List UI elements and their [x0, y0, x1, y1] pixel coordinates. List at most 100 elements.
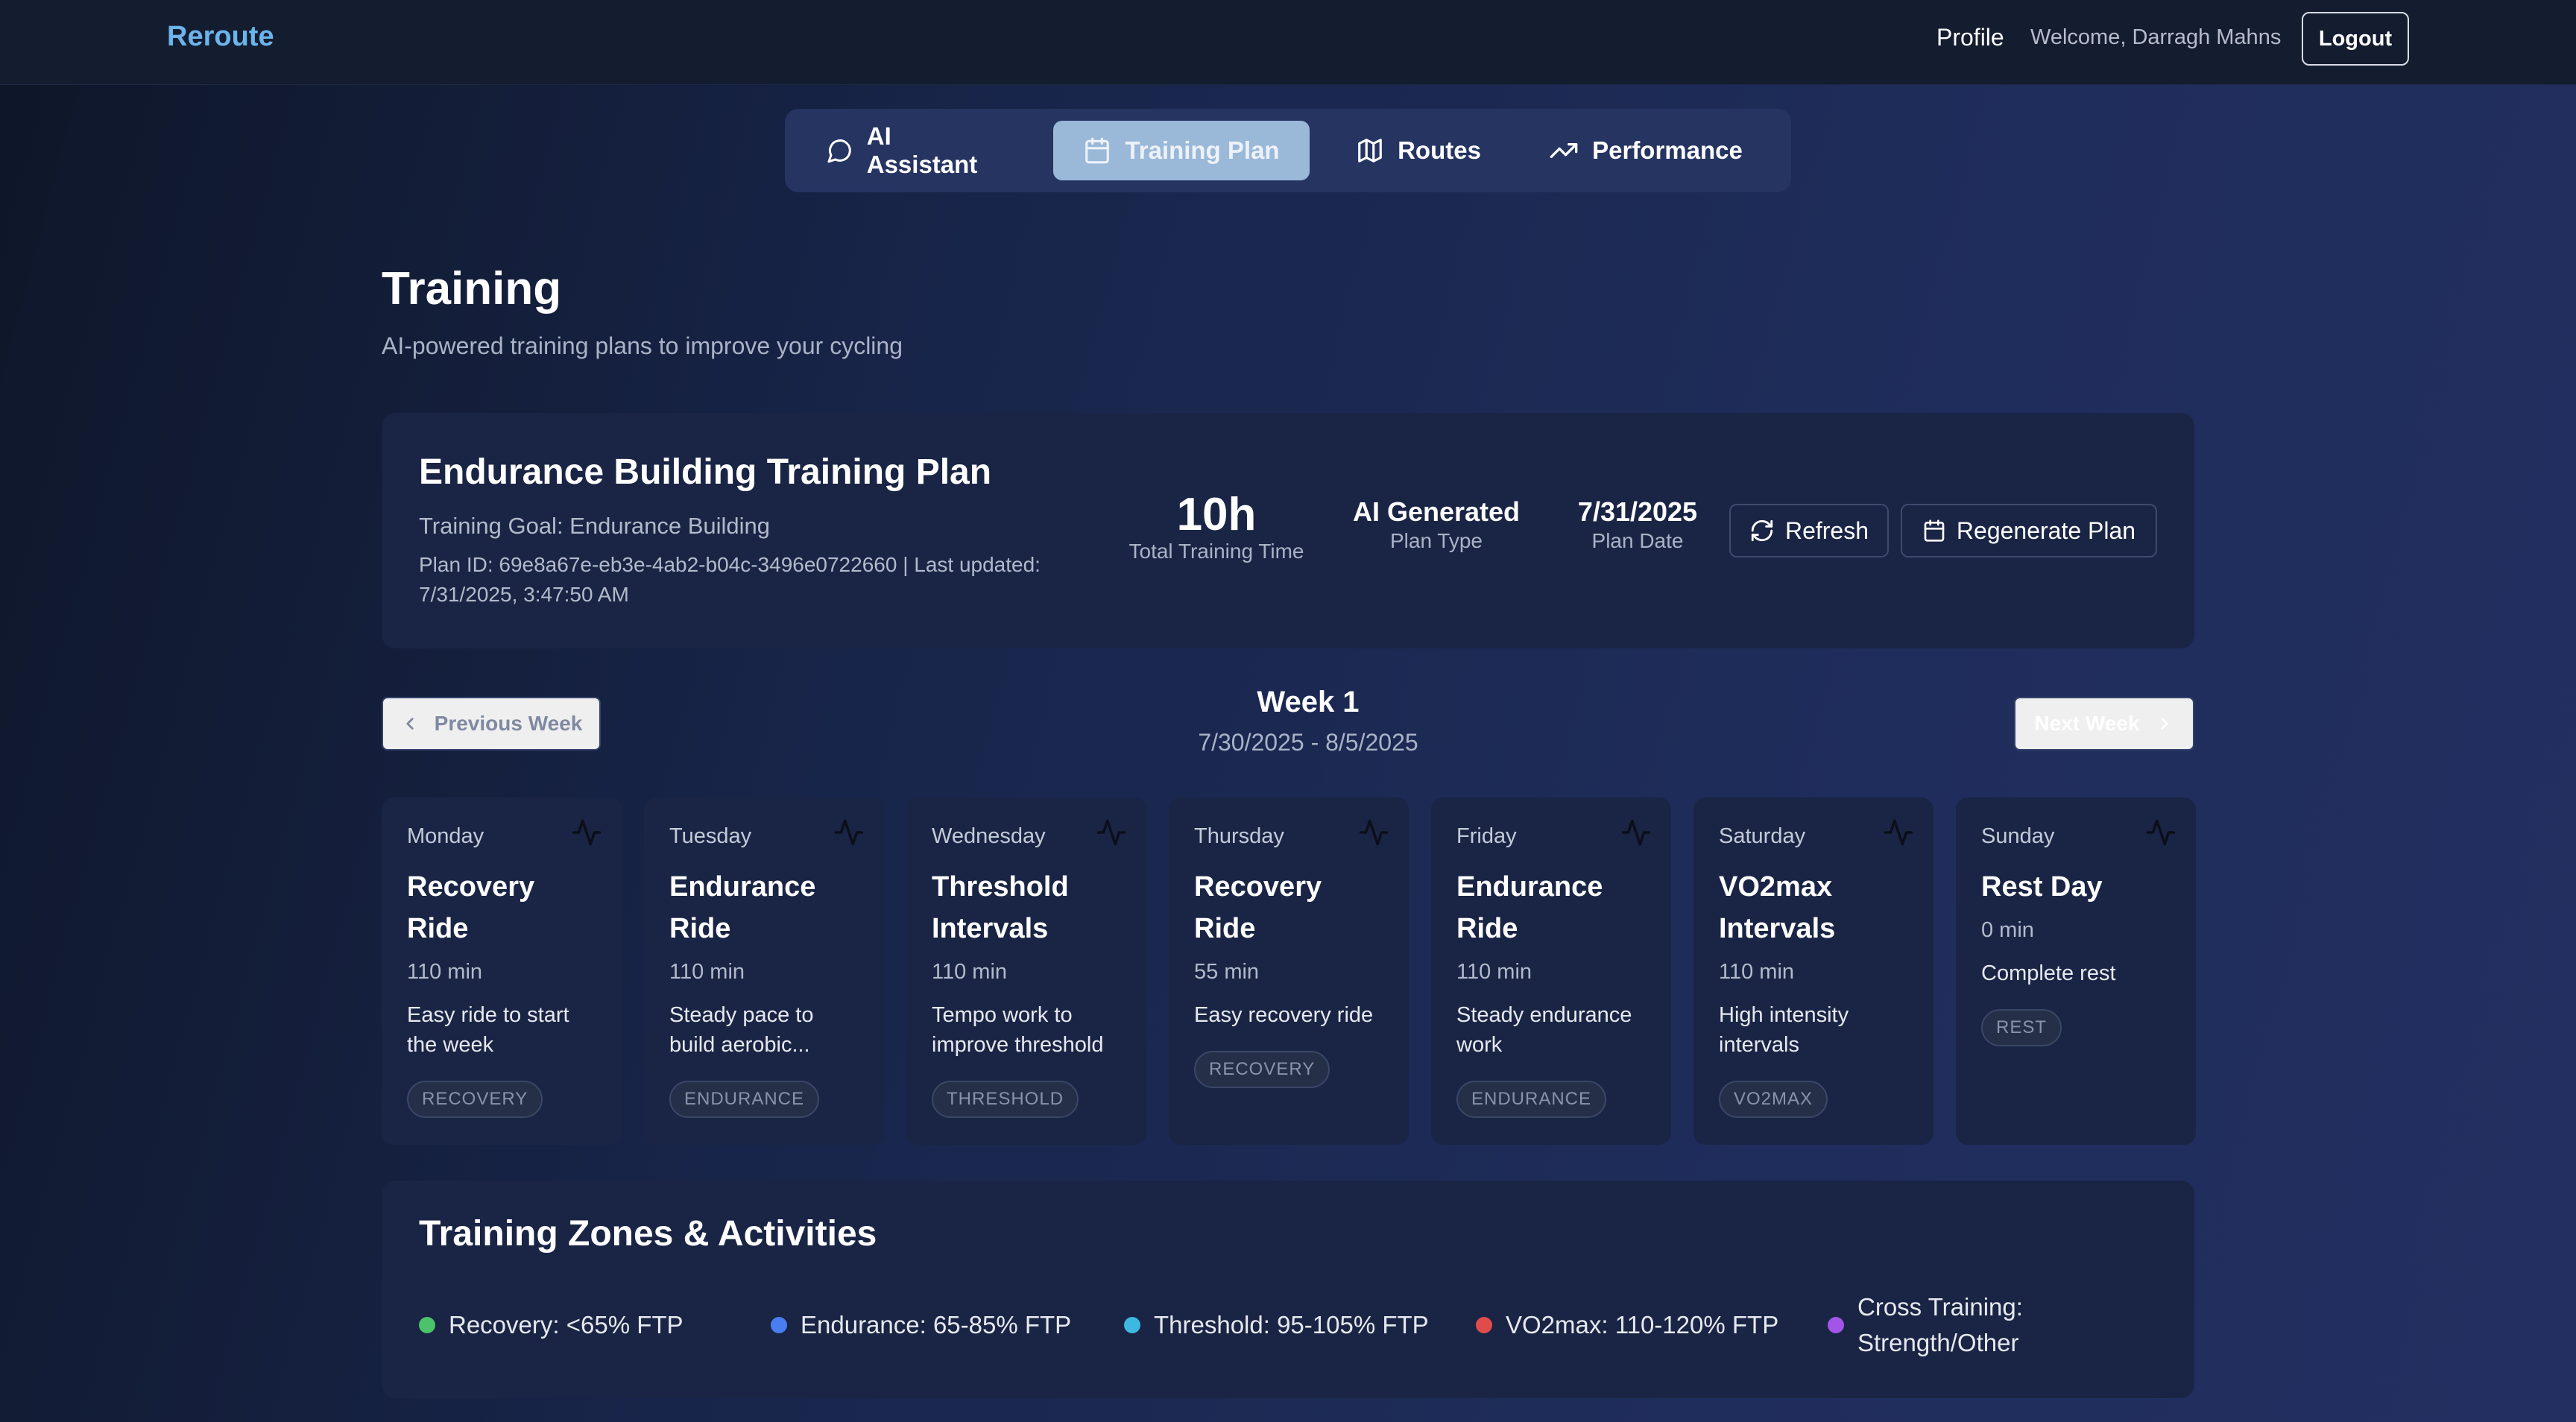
tab-label: Performance [1592, 136, 1743, 164]
workout-description: Easy ride to start the week [407, 1003, 569, 1057]
workout-title: Threshold Intervals [932, 871, 1069, 944]
brand-logo[interactable]: Reroute [167, 21, 274, 53]
tab-label: Training Plan [1125, 136, 1280, 164]
zones-title: Training Zones & Activities [419, 1214, 877, 1254]
day-card-wednesday[interactable]: Wednesday Threshold Intervals 110 min Te… [906, 797, 1146, 1145]
zone-cross-training: Cross Training: Strength/Other [1828, 1289, 2051, 1361]
plan-type-stat: AI Generated Plan Type [1328, 495, 1544, 553]
workout-duration: 110 min [1719, 960, 1795, 984]
zone-label: VO2max: 110-120% FTP [1506, 1311, 1779, 1339]
zone-recovery: Recovery: <65% FTP [419, 1307, 684, 1343]
day-card-saturday[interactable]: Saturday VO2max Intervals 110 min High i… [1693, 797, 1933, 1145]
welcome-text: Welcome, Darragh Mahns [2030, 25, 2282, 49]
day-card-friday[interactable]: Friday Endurance Ride 110 min Steady end… [1431, 797, 1671, 1145]
tab-routes[interactable]: Routes [1345, 121, 1491, 180]
day-name: Saturday [1719, 824, 1806, 848]
logout-button[interactable]: Logout [2302, 12, 2409, 66]
day-name: Thursday [1194, 824, 1284, 848]
zone-label: Endurance: 65-85% FTP [801, 1311, 1072, 1339]
tab-label: AI Assistant [866, 122, 978, 178]
workout-type-badge: ENDURANCE [1456, 1081, 1607, 1118]
zone-endurance: Endurance: 65-85% FTP [771, 1307, 1071, 1343]
calendar-icon [1085, 137, 1110, 164]
day-name: Tuesday [669, 824, 752, 848]
day-card-monday[interactable]: Monday Recovery Ride 110 min Easy ride t… [382, 797, 622, 1145]
workout-duration: 110 min [669, 960, 745, 984]
day-name: Monday [407, 824, 484, 848]
previous-week-button[interactable]: Previous Week [382, 697, 601, 750]
button-label: Previous Week [434, 712, 583, 735]
stat-label: Plan Type [1389, 529, 1483, 552]
workout-type-badge: RECOVERY [1194, 1051, 1330, 1088]
main-tabs: AI Assistant Training Plan Routes Perfor… [785, 109, 1791, 192]
zone-label: Recovery: <65% FTP [449, 1311, 684, 1339]
activity-icon [1096, 819, 1126, 846]
top-navbar: Reroute Profile Welcome, Darragh Mahns L… [0, 0, 2576, 85]
week-date-range: 7/30/2025 - 8/5/2025 [1198, 729, 1418, 756]
refresh-button[interactable]: Refresh [1729, 504, 1889, 557]
workout-duration: 110 min [407, 960, 483, 984]
workout-description: Complete rest [1981, 961, 2116, 985]
zone-color-dot [1476, 1317, 1492, 1333]
week-title: Week 1 [1257, 686, 1360, 718]
button-label: Regenerate Plan [1956, 516, 2136, 544]
activity-icon [1359, 819, 1389, 846]
zone-color-dot [1828, 1317, 1844, 1333]
workout-duration: 0 min [1981, 918, 2034, 942]
day-card-thursday[interactable]: Thursday Recovery Ride 55 min Easy recov… [1169, 797, 1409, 1145]
page-subtitle: AI-powered training plans to improve you… [382, 332, 903, 359]
workout-type-badge: THRESHOLD [932, 1081, 1079, 1118]
workout-description: High intensity intervals [1719, 1003, 1849, 1057]
zone-color-dot [419, 1317, 435, 1333]
workout-description: Tempo work to improve threshold [932, 1003, 1104, 1057]
workout-duration: 110 min [932, 960, 1008, 984]
chat-bubble-icon [827, 139, 851, 163]
workout-description: Steady pace to build aerobic... [669, 1003, 814, 1057]
workout-title: Recovery Ride [1194, 871, 1322, 944]
plan-summary-card: Endurance Building Training Plan Trainin… [382, 413, 2194, 648]
workout-title: Endurance Ride [669, 871, 816, 944]
activity-icon [834, 819, 864, 846]
stat-label: Plan Date [1591, 529, 1684, 552]
page-title: Training [382, 263, 562, 315]
day-name: Wednesday [932, 824, 1046, 848]
refresh-icon [1751, 519, 1773, 542]
activity-icon [2146, 819, 2176, 846]
workout-description: Steady endurance work [1456, 1003, 1632, 1057]
next-week-button[interactable]: Next Week [2014, 697, 2194, 750]
tab-ai-assistant[interactable]: AI Assistant [827, 121, 1000, 180]
regenerate-plan-button[interactable]: Regenerate Plan [1901, 504, 2157, 557]
plan-date-stat: 7/31/2025 Plan Date [1544, 495, 1731, 553]
plan-title: Endurance Building Training Plan [419, 452, 992, 492]
workout-duration: 110 min [1456, 960, 1532, 984]
workout-title: VO2max Intervals [1719, 871, 1836, 944]
workout-type-badge: RECOVERY [407, 1081, 543, 1118]
training-zones-card: Training Zones & Activities Recovery: <6… [382, 1181, 2194, 1398]
day-name: Friday [1456, 824, 1517, 848]
workout-title: Recovery Ride [407, 871, 535, 944]
zone-threshold: Threshold: 95-105% FTP [1124, 1307, 1429, 1343]
activity-icon [572, 819, 602, 846]
profile-link[interactable]: Profile [1936, 24, 2004, 51]
stat-value: AI Generated [1352, 496, 1521, 527]
workout-title: Endurance Ride [1456, 871, 1603, 944]
day-card-sunday[interactable]: Sunday Rest Day 0 min Complete rest REST [1956, 797, 2196, 1145]
workout-duration: 55 min [1194, 960, 1260, 984]
chevron-right-icon [2160, 718, 2168, 730]
tab-label: Routes [1398, 136, 1481, 164]
calendar-icon [1924, 519, 1945, 542]
day-card-tuesday[interactable]: Tuesday Endurance Ride 110 min Steady pa… [644, 797, 884, 1145]
chevron-left-icon [406, 718, 414, 730]
workout-description: Easy recovery ride [1194, 1003, 1374, 1027]
workout-type-badge: ENDURANCE [669, 1081, 820, 1118]
zone-color-dot [771, 1317, 787, 1333]
zone-vo2max: VO2max: 110-120% FTP [1476, 1307, 1778, 1343]
plan-meta: Plan ID: 69e8a67e-eb3e-4ab2-b04c-3496e07… [419, 553, 1041, 606]
zone-color-dot [1124, 1317, 1140, 1333]
trending-up-icon [1550, 143, 1578, 158]
stat-value: 10h [1176, 489, 1257, 540]
tab-performance[interactable]: Performance [1530, 121, 1761, 180]
tab-training-plan[interactable]: Training Plan [1053, 121, 1310, 180]
stat-value: 7/31/2025 [1577, 496, 1698, 527]
plan-goal: Training Goal: Endurance Building [419, 513, 771, 539]
